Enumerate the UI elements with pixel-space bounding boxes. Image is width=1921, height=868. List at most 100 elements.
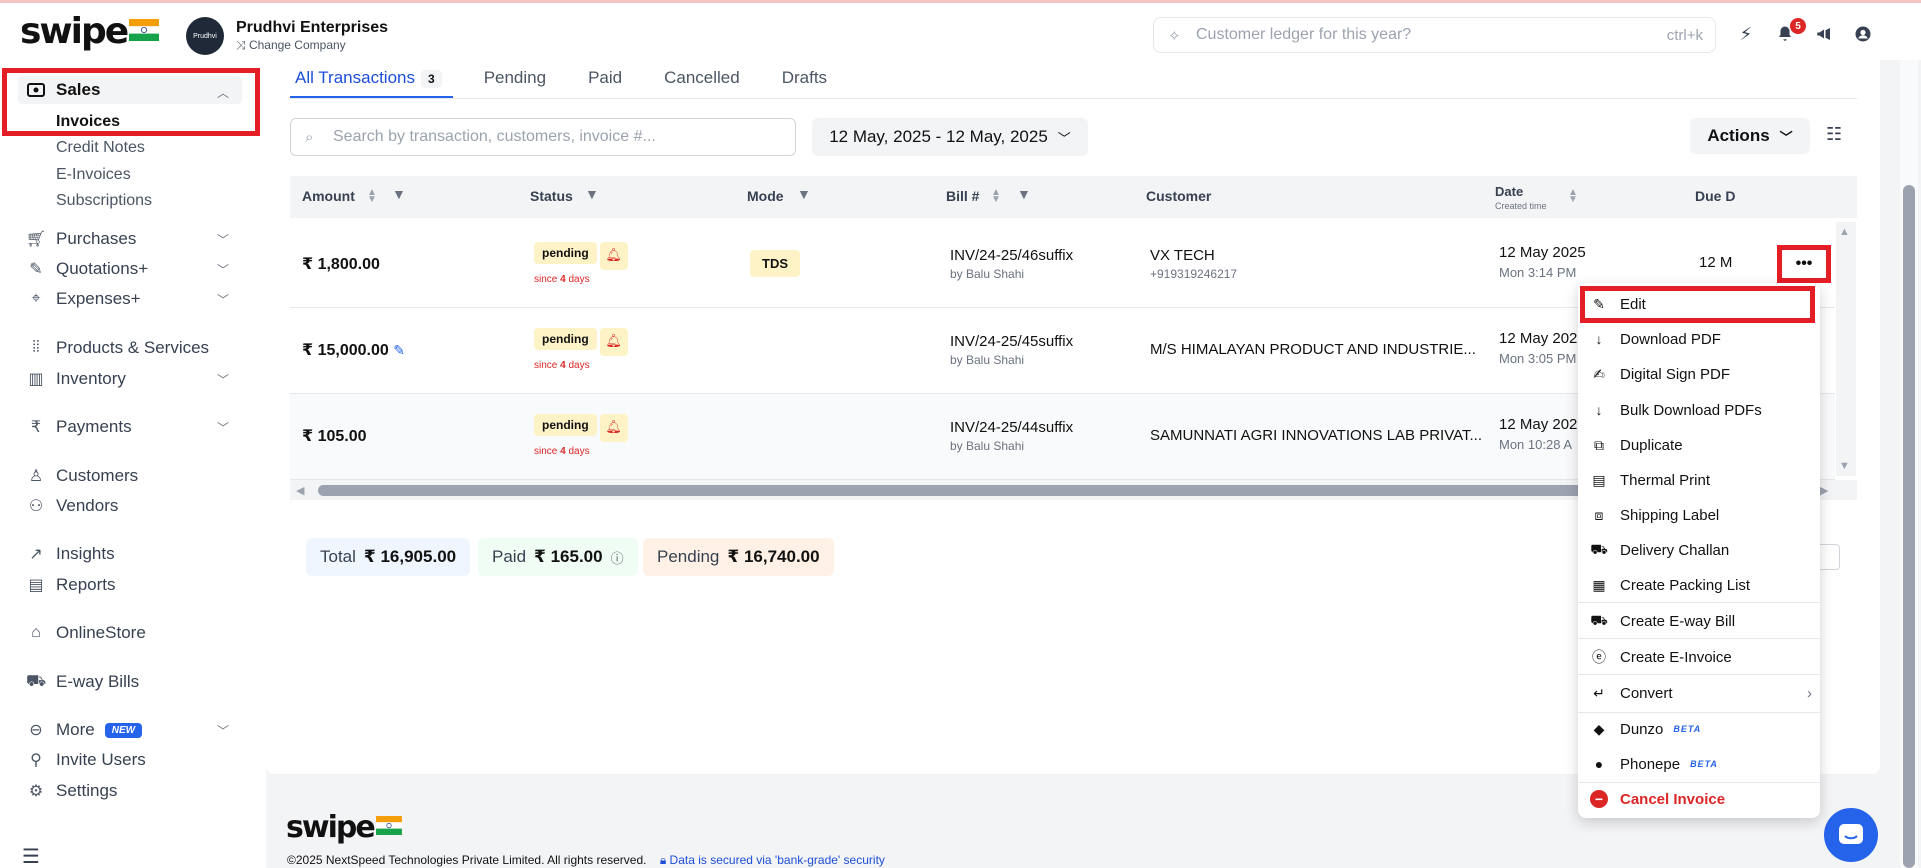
filter-icon[interactable]: ▼ — [797, 186, 811, 202]
tab-cancelled[interactable]: Cancelled — [664, 68, 740, 100]
menu-item-bulk-download[interactable]: ↓ Bulk Download PDFs — [1590, 401, 1812, 419]
reminder-bell-icon[interactable]: 🔔︎ — [599, 414, 628, 442]
tds-badge: TDS — [750, 250, 800, 277]
chevron-down-icon[interactable]: ﹀ — [217, 371, 229, 388]
sidebar-item-quotations[interactable]: ✎ Quotations+ — [26, 259, 148, 279]
global-search-input[interactable]: ✧ Customer ledger for this year? ctrl+k — [1153, 17, 1716, 53]
table-vertical-scrollbar[interactable] — [1836, 222, 1856, 476]
transaction-search-input[interactable]: ⌕ Search by transaction, customers, invo… — [290, 118, 796, 156]
sidebar-item-customers[interactable]: ♙ Customers — [26, 466, 138, 486]
megaphone-icon[interactable] — [1813, 23, 1835, 45]
chevron-down-icon[interactable]: ﹀ — [217, 722, 229, 739]
reminder-bell-icon[interactable]: 🔔︎ — [599, 242, 628, 270]
scroll-right-icon[interactable]: ▶ — [1820, 484, 1828, 497]
sidebar-item-more[interactable]: ⊖ More NEW — [26, 720, 143, 740]
lightning-icon[interactable]: ⚡ — [1735, 23, 1757, 45]
menu-item-phonepe[interactable]: ● Phonepe BETA — [1590, 755, 1812, 773]
scroll-up-icon[interactable]: ▲ — [1839, 226, 1850, 238]
sidebar-item-eway-bills[interactable]: ⛟ E-way Bills — [26, 672, 139, 692]
menu-item-cancel-invoice[interactable]: − Cancel Invoice — [1590, 790, 1812, 808]
row-more-actions-button[interactable]: ••• — [1784, 252, 1824, 276]
menu-item-download-pdf[interactable]: ↓ Download PDF — [1590, 330, 1812, 348]
info-icon[interactable]: ⓘ — [611, 548, 624, 567]
page-scroll-thumb[interactable] — [1903, 185, 1915, 868]
active-tab-indicator — [290, 96, 453, 98]
sidebar-item-products[interactable]: ⦙⦙ Products & Services — [26, 338, 209, 358]
sort-icon[interactable]: ▲ ▼ — [991, 188, 1001, 205]
change-company-link[interactable]: ⤨ Change Company — [236, 38, 346, 53]
col-amount[interactable]: Amount — [302, 188, 355, 204]
filter-icon[interactable]: ▼ — [392, 186, 406, 202]
sidebar-item-sales[interactable]: Sales — [26, 80, 100, 100]
company-avatar[interactable]: Prudhvi — [186, 17, 224, 55]
menu-item-delivery-challan[interactable]: ⛟ Delivery Challan — [1590, 541, 1812, 559]
menu-item-digital-sign[interactable]: ✍ Digital Sign PDF — [1590, 365, 1812, 383]
user-account-icon[interactable] — [1852, 23, 1874, 45]
magic-wand-icon[interactable]: ✎ — [393, 342, 405, 358]
swipe-logo[interactable]: swipe — [20, 14, 160, 50]
col-due-date[interactable]: Due D — [1695, 188, 1735, 204]
tabs-divider — [290, 98, 1857, 99]
menu-item-convert[interactable]: ↵ Convert › — [1590, 684, 1812, 702]
scroll-down-icon[interactable]: ▼ — [1839, 460, 1850, 472]
actions-button[interactable]: Actions ﹀ — [1690, 118, 1810, 154]
chevron-up-icon[interactable]: ︿ — [217, 84, 229, 101]
download-icon: ↓ — [1595, 331, 1603, 347]
menu-item-thermal-print[interactable]: ▤ Thermal Print — [1590, 471, 1812, 489]
download-icon: ↓ — [1595, 402, 1603, 418]
hamburger-menu-icon[interactable]: ☰ — [22, 844, 40, 868]
menu-item-e-invoice[interactable]: ⓔ Create E-Invoice — [1590, 648, 1812, 666]
company-name[interactable]: Prudhvi Enterprises — [236, 19, 388, 37]
chevron-down-icon[interactable]: ﹀ — [217, 419, 229, 436]
sliders-icon[interactable]: ☷ — [1826, 124, 1842, 145]
col-date[interactable]: Date — [1495, 184, 1523, 199]
sidebar-item-e-invoices[interactable]: E-Invoices — [56, 166, 131, 184]
sidebar-item-settings[interactable]: ⚙ Settings — [26, 781, 118, 801]
invoice-date: 12 May 202 — [1499, 416, 1578, 433]
total-value: ₹ 16,905.00 — [363, 547, 457, 566]
reminder-bell-icon[interactable]: 🔔︎ — [599, 328, 628, 356]
filter-icon[interactable]: ▼ — [1017, 186, 1031, 202]
sidebar-item-onlinestore[interactable]: ⌂ OnlineStore — [26, 623, 146, 643]
filter-icon[interactable]: ▼ — [585, 186, 599, 202]
tab-drafts[interactable]: Drafts — [782, 68, 827, 100]
sidebar-item-payments[interactable]: ₹ Payments — [26, 417, 132, 437]
sort-icon[interactable]: ▲ ▼ — [1568, 188, 1578, 205]
chat-support-button[interactable] — [1824, 808, 1878, 862]
menu-item-duplicate[interactable]: ⧉ Duplicate — [1590, 436, 1812, 454]
sort-icon[interactable]: ▲ ▼ — [367, 188, 377, 205]
sidebar-item-inventory[interactable]: ▥ Inventory — [26, 369, 126, 389]
since-post: days — [565, 446, 590, 457]
tab-paid[interactable]: Paid — [588, 68, 622, 100]
sidebar-item-purchases[interactable]: 🛒︎ Purchases — [26, 229, 136, 249]
chevron-down-icon[interactable]: ﹀ — [217, 261, 229, 278]
menu-item-dunzo[interactable]: ◆ Dunzo BETA — [1590, 720, 1812, 738]
footer-copyright: ©2025 NextSpeed Technologies Private Lim… — [287, 853, 885, 868]
scroll-left-icon[interactable]: ◀ — [296, 484, 304, 497]
menu-item-edit[interactable]: ✎ Edit — [1590, 295, 1812, 313]
sidebar-item-credit-notes[interactable]: Credit Notes — [56, 139, 145, 157]
sidebar-item-invoices[interactable]: Invoices — [56, 113, 120, 131]
col-status[interactable]: Status — [530, 188, 573, 204]
sidebar-item-expenses[interactable]: ⌖ Expenses+ — [26, 289, 140, 309]
security-link[interactable]: 🔒︎ Data is secured via 'bank-grade' secu… — [660, 853, 885, 867]
sidebar-item-vendors[interactable]: ⚇ Vendors — [26, 496, 119, 516]
sidebar — [0, 60, 266, 868]
menu-item-eway-bill[interactable]: ⛟ Create E-way Bill — [1590, 612, 1812, 630]
date-range-picker[interactable]: 12 May, 2025 - 12 May, 2025 ﹀ — [812, 118, 1088, 156]
sidebar-item-reports[interactable]: ▤ Reports — [26, 575, 115, 595]
chevron-down-icon[interactable]: ﹀ — [217, 291, 229, 308]
col-mode[interactable]: Mode — [747, 188, 784, 204]
sidebar-item-subscriptions[interactable]: Subscriptions — [56, 192, 152, 210]
created-by: by Balu Shahi — [950, 439, 1025, 453]
col-bill[interactable]: Bill # — [946, 188, 979, 204]
chevron-down-icon[interactable]: ﹀ — [217, 231, 229, 248]
menu-item-packing-list[interactable]: ▦ Create Packing List — [1590, 576, 1812, 594]
menu-label-duplicate: Duplicate — [1620, 436, 1683, 454]
col-customer[interactable]: Customer — [1146, 188, 1211, 204]
sidebar-item-insights[interactable]: ↗ Insights — [26, 544, 114, 564]
sidebar-label-settings: Settings — [56, 781, 118, 800]
sidebar-item-invite-users[interactable]: ⚲ Invite Users — [26, 750, 146, 770]
menu-item-shipping-label[interactable]: ⧈ Shipping Label — [1590, 506, 1812, 524]
tab-pending[interactable]: Pending — [484, 68, 546, 100]
